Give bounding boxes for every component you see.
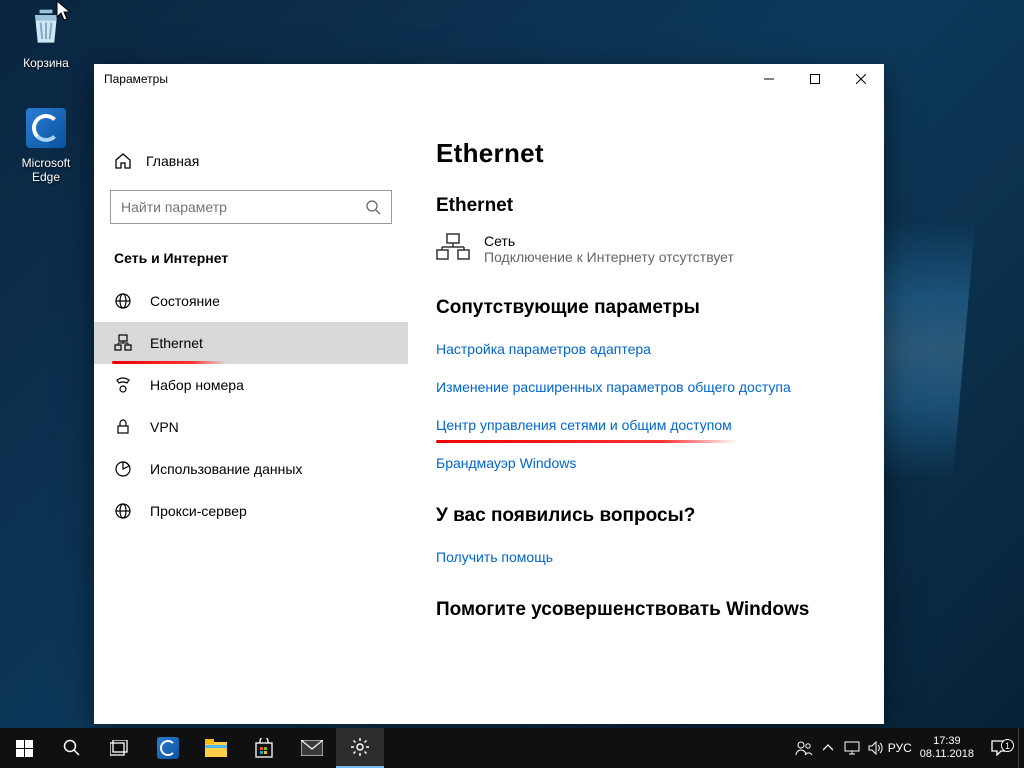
mouse-cursor bbox=[56, 0, 74, 22]
sidebar-section-label: Сеть и Интернет bbox=[94, 242, 408, 280]
window-titlebar[interactable]: Параметры bbox=[94, 64, 884, 94]
tray-chevron-up-icon[interactable] bbox=[816, 728, 840, 768]
taskbar-app-edge[interactable] bbox=[144, 728, 192, 768]
tray-time: 17:39 bbox=[920, 735, 974, 748]
sidebar-item-label: VPN bbox=[150, 419, 179, 435]
settings-window: Параметры Главная Сеть и Интернет Состоя… bbox=[94, 64, 884, 724]
taskbar-app-settings[interactable] bbox=[336, 728, 384, 768]
taskbar-app-mail[interactable] bbox=[288, 728, 336, 768]
search-button[interactable] bbox=[48, 728, 96, 768]
sidebar-item-label: Состояние bbox=[150, 293, 220, 309]
sidebar-item-vpn[interactable]: VPN bbox=[94, 406, 408, 448]
sidebar-item-label: Ethernet bbox=[150, 335, 203, 351]
ethernet-icon bbox=[114, 334, 132, 352]
network-name: Сеть bbox=[484, 233, 734, 249]
sidebar-home[interactable]: Главная bbox=[94, 142, 408, 180]
dialup-icon bbox=[114, 376, 132, 394]
link-get-help[interactable]: Получить помощь bbox=[436, 543, 553, 571]
edge-icon bbox=[22, 104, 70, 152]
search-input[interactable] bbox=[121, 199, 365, 215]
tray-volume-icon[interactable] bbox=[864, 728, 888, 768]
desktop-icon-label: Корзина bbox=[8, 56, 84, 70]
sidebar-item-label: Набор номера bbox=[150, 377, 244, 393]
task-view-button[interactable] bbox=[96, 728, 144, 768]
network-item[interactable]: Сеть Подключение к Интернету отсутствует bbox=[436, 233, 856, 265]
section-heading-questions: У вас появились вопросы? bbox=[436, 505, 856, 527]
search-icon bbox=[365, 199, 381, 215]
desktop-icon-label: Microsoft Edge bbox=[8, 156, 84, 184]
sidebar-item-dialup[interactable]: Набор номера bbox=[94, 364, 408, 406]
taskbar-app-explorer[interactable] bbox=[192, 728, 240, 768]
taskbar-app-store[interactable] bbox=[240, 728, 288, 768]
link-advanced-sharing[interactable]: Изменение расширенных параметров общего … bbox=[436, 373, 791, 401]
home-icon bbox=[114, 152, 132, 170]
link-network-sharing-center[interactable]: Центр управления сетями и общим доступом bbox=[436, 411, 732, 439]
section-heading-related: Сопутствующие параметры bbox=[436, 297, 856, 319]
taskbar: РУС 17:39 08.11.2018 1 bbox=[0, 728, 1024, 768]
notification-badge: 1 bbox=[1001, 739, 1014, 752]
vpn-icon bbox=[114, 418, 132, 436]
system-tray: РУС 17:39 08.11.2018 1 bbox=[792, 728, 1024, 768]
maximize-button[interactable] bbox=[792, 64, 838, 94]
close-button[interactable] bbox=[838, 64, 884, 94]
tray-people-icon[interactable] bbox=[792, 728, 816, 768]
tray-clock[interactable]: 17:39 08.11.2018 bbox=[912, 735, 982, 761]
settings-content: Ethernet Ethernet Сеть Подключение к Инт… bbox=[408, 94, 884, 724]
sidebar-item-datausage[interactable]: Использование данных bbox=[94, 448, 408, 490]
network-icon bbox=[436, 233, 470, 261]
network-status: Подключение к Интернету отсутствует bbox=[484, 249, 734, 265]
search-input-wrapper[interactable] bbox=[110, 190, 392, 224]
start-button[interactable] bbox=[0, 728, 48, 768]
section-heading-improve: Помогите усовершенствовать Windows bbox=[436, 599, 856, 621]
window-title: Параметры bbox=[94, 72, 168, 86]
show-desktop-button[interactable] bbox=[1018, 728, 1024, 768]
sidebar-item-label: Прокси-сервер bbox=[150, 503, 247, 519]
sidebar-home-label: Главная bbox=[146, 153, 199, 169]
status-icon bbox=[114, 292, 132, 310]
settings-sidebar: Главная Сеть и Интернет Состояние Ethern… bbox=[94, 94, 408, 724]
page-title: Ethernet bbox=[436, 138, 856, 169]
section-heading-ethernet: Ethernet bbox=[436, 195, 856, 217]
tray-network-icon[interactable] bbox=[840, 728, 864, 768]
datausage-icon bbox=[114, 460, 132, 478]
sidebar-item-label: Использование данных bbox=[150, 461, 302, 477]
sidebar-item-ethernet[interactable]: Ethernet bbox=[94, 322, 408, 364]
link-adapter-settings[interactable]: Настройка параметров адаптера bbox=[436, 335, 651, 363]
minimize-button[interactable] bbox=[746, 64, 792, 94]
tray-language[interactable]: РУС bbox=[888, 728, 912, 768]
sidebar-item-status[interactable]: Состояние bbox=[94, 280, 408, 322]
desktop-icon-edge[interactable]: Microsoft Edge bbox=[8, 104, 84, 184]
proxy-icon bbox=[114, 502, 132, 520]
tray-date: 08.11.2018 bbox=[920, 748, 974, 761]
sidebar-item-proxy[interactable]: Прокси-сервер bbox=[94, 490, 408, 532]
tray-action-center[interactable]: 1 bbox=[982, 740, 1018, 756]
link-windows-firewall[interactable]: Брандмауэр Windows bbox=[436, 449, 576, 477]
